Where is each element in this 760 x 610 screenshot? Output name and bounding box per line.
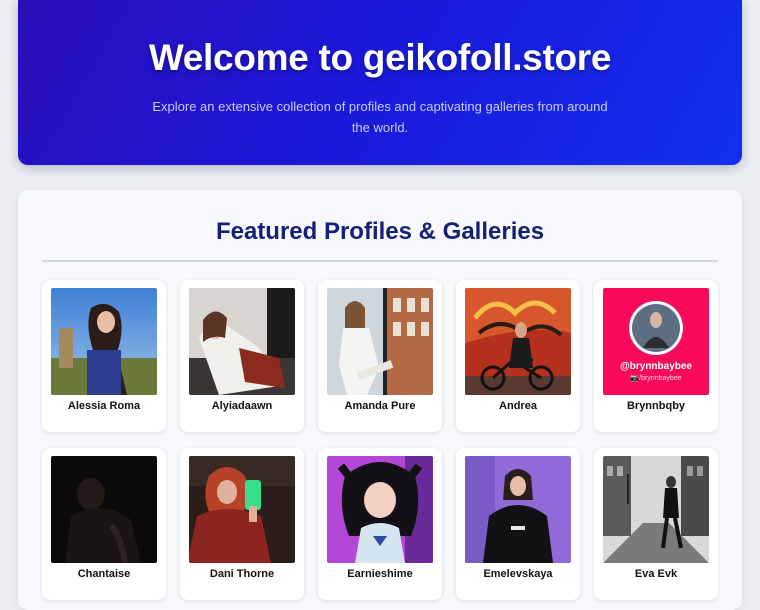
- profile-card-amanda-pure[interactable]: Amanda Pure: [318, 280, 442, 432]
- profile-card-earnieshime[interactable]: Earnieshime: [318, 448, 442, 600]
- profile-photo[interactable]: [51, 288, 157, 395]
- profile-name[interactable]: Amanda Pure: [318, 400, 442, 412]
- profile-photo[interactable]: [189, 288, 295, 395]
- profile-card-brynnbqby[interactable]: @brynnbaybee 📷/brynnbaybee Brynnbqby: [594, 280, 718, 432]
- profile-name[interactable]: Earnieshime: [318, 568, 442, 580]
- profile-name[interactable]: Andrea: [456, 400, 580, 412]
- profile-photo[interactable]: [465, 456, 571, 563]
- profile-name[interactable]: Chantaise: [42, 568, 166, 580]
- profile-card-chantaise[interactable]: Chantaise: [42, 448, 166, 600]
- profile-name[interactable]: Alessia Roma: [42, 400, 166, 412]
- profile-card-dani-thorne[interactable]: Dani Thorne: [180, 448, 304, 600]
- hero-banner: Welcome to geikofoll.store Explore an ex…: [18, 0, 742, 165]
- profile-photo[interactable]: [51, 456, 157, 563]
- profile-name[interactable]: Eva Evk: [594, 568, 718, 580]
- profile-name[interactable]: Dani Thorne: [180, 568, 304, 580]
- profile-photo[interactable]: [465, 288, 571, 395]
- profile-card-alyiadaawn[interactable]: Alyiadaawn: [180, 280, 304, 432]
- overlay-subhandle: 📷/brynnbaybee: [630, 375, 682, 382]
- profile-card-andrea[interactable]: Andrea: [456, 280, 580, 432]
- profile-name[interactable]: Alyiadaawn: [180, 400, 304, 412]
- profile-photo[interactable]: [327, 288, 433, 395]
- profile-photo[interactable]: [603, 456, 709, 563]
- profile-photo[interactable]: [327, 456, 433, 563]
- page-title: Welcome to geikofoll.store: [148, 37, 612, 78]
- profile-photo[interactable]: [189, 456, 295, 563]
- overlay-handle: @brynnbaybee: [620, 361, 692, 372]
- section-divider: [42, 260, 718, 262]
- profile-name[interactable]: Emelevskaya: [456, 568, 580, 580]
- profile-card-emelevskaya[interactable]: Emelevskaya: [456, 448, 580, 600]
- section-title: Featured Profiles & Galleries: [215, 218, 545, 245]
- featured-section: Featured Profiles & Galleries Alessia Ro…: [18, 190, 742, 610]
- profile-card-alessia-roma[interactable]: Alessia Roma: [42, 280, 166, 432]
- profile-name[interactable]: Brynnbqby: [594, 400, 718, 412]
- profile-photo[interactable]: @brynnbaybee 📷/brynnbaybee: [603, 288, 709, 395]
- hero-subtitle: Explore an extensive collection of profi…: [152, 99, 608, 135]
- profile-card-eva-evk[interactable]: Eva Evk: [594, 448, 718, 600]
